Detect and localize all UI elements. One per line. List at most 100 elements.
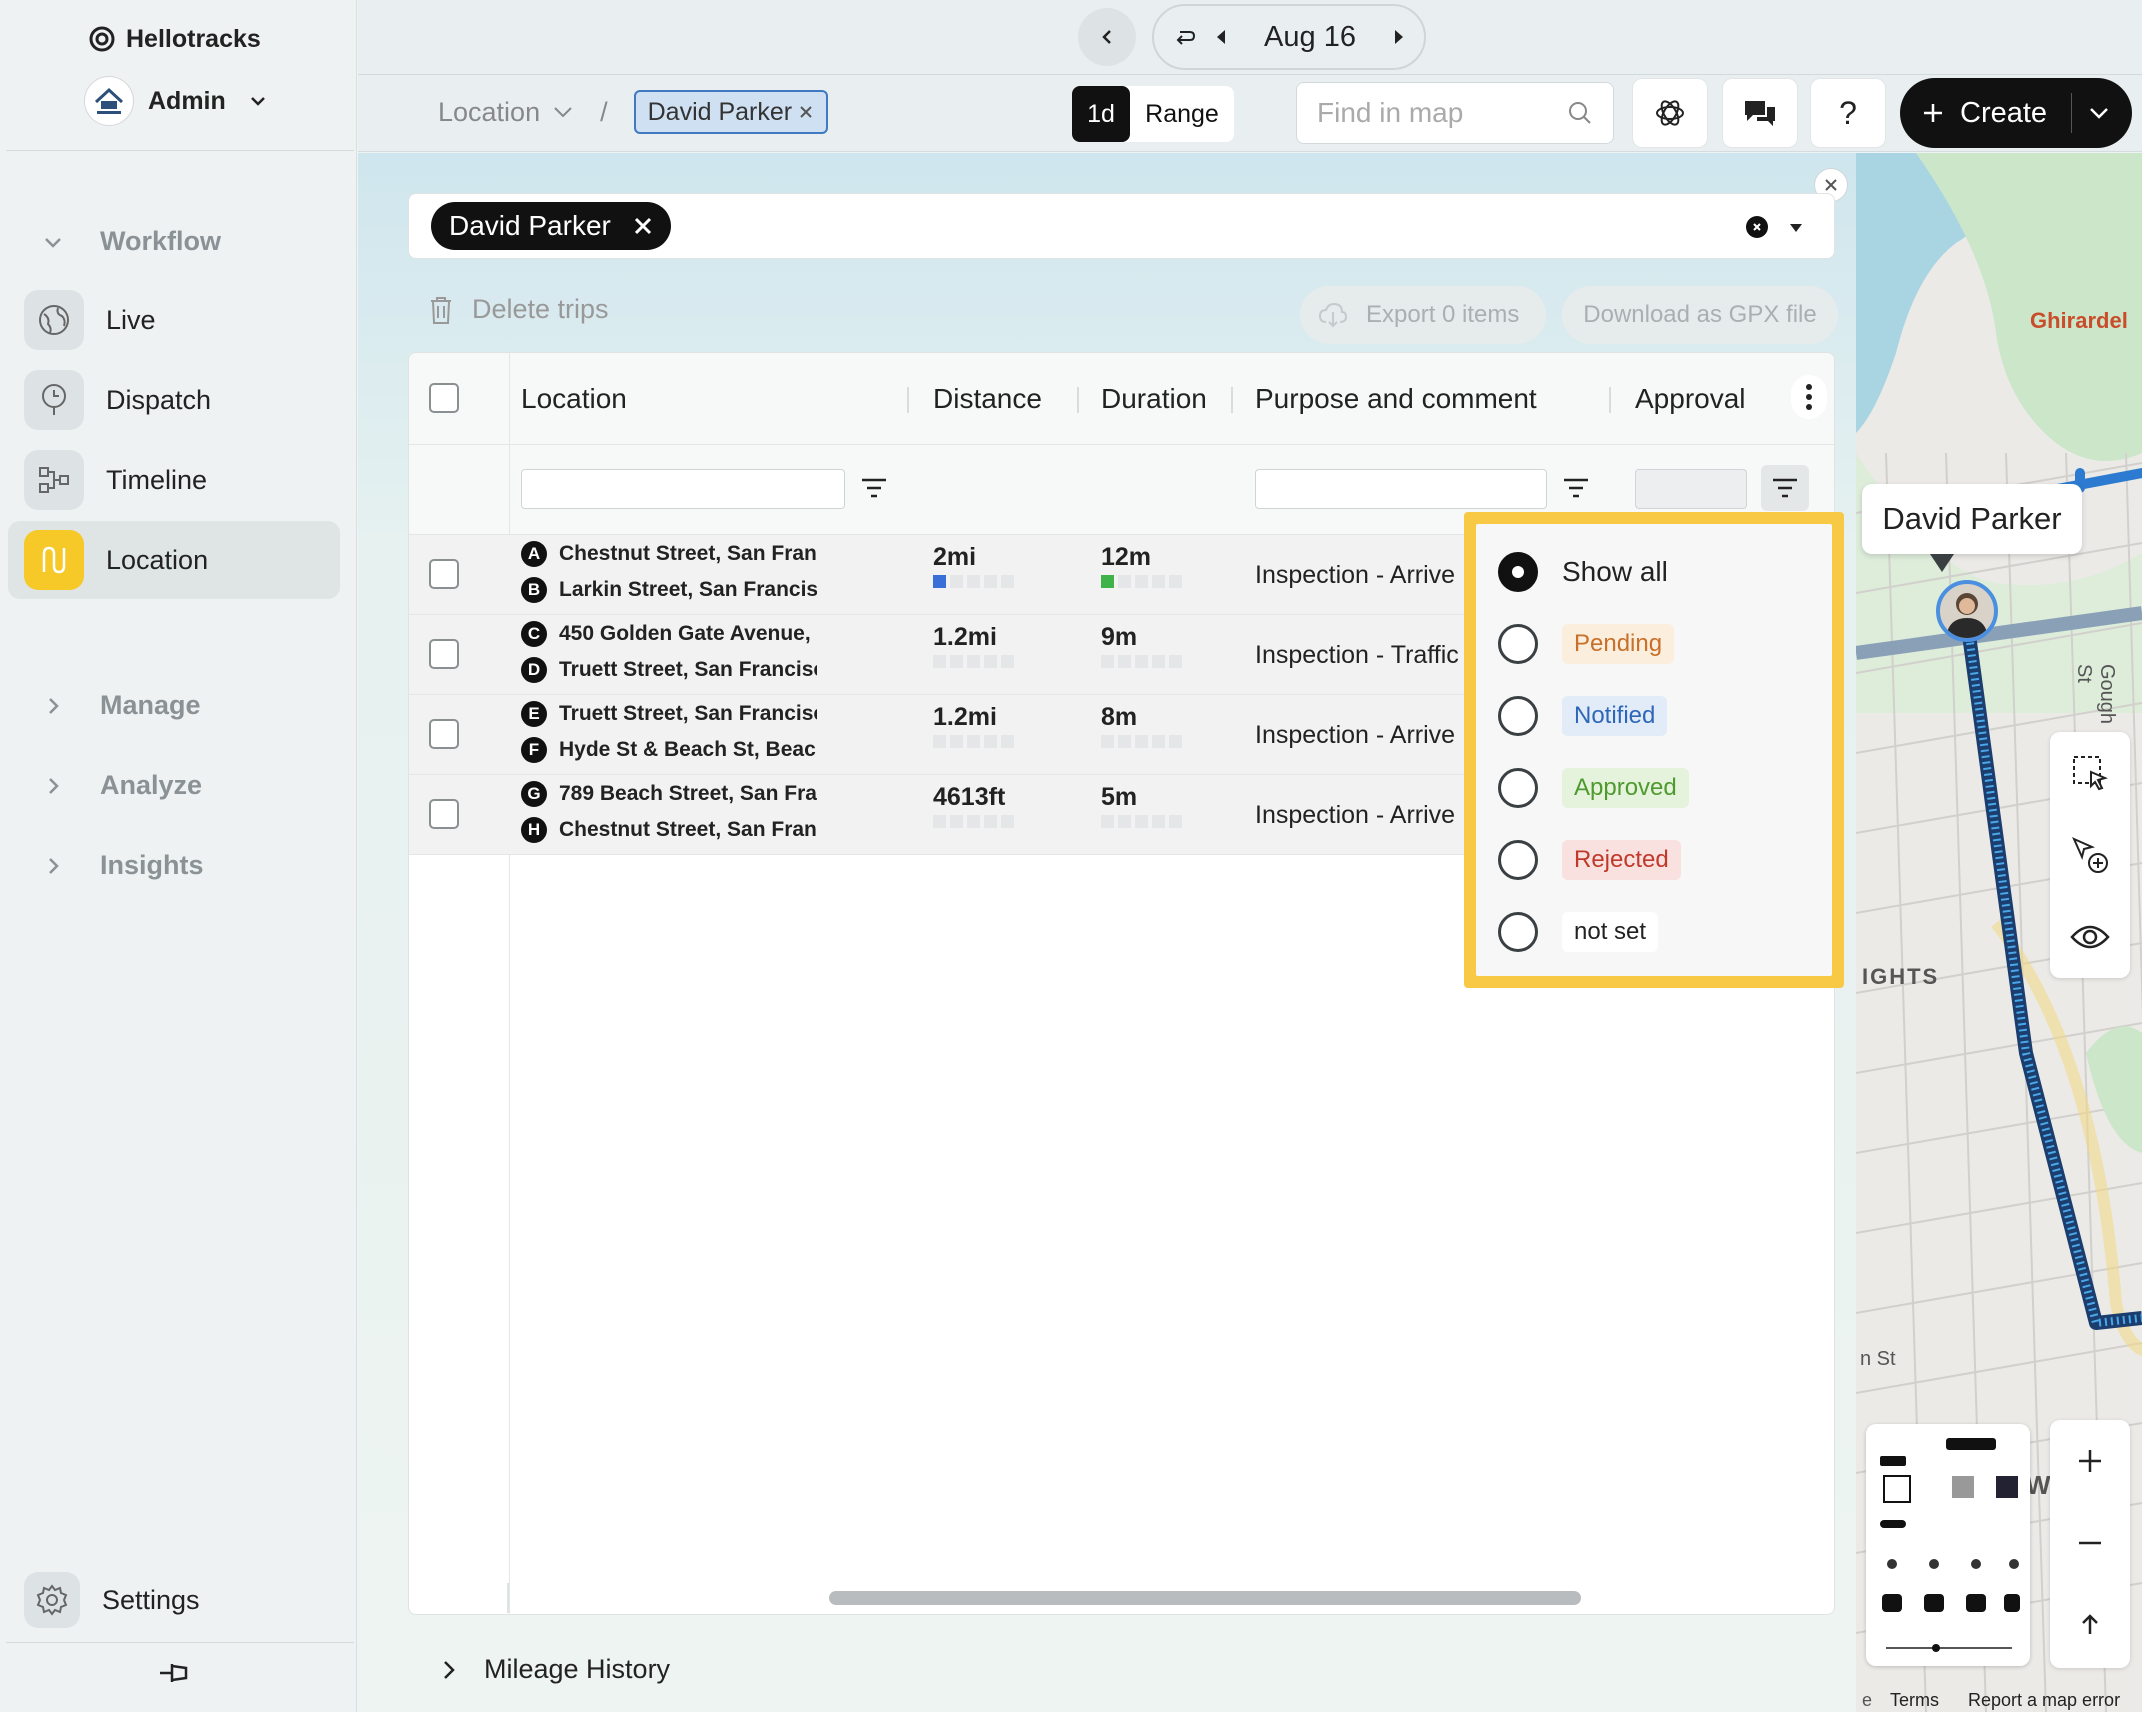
caret-left-icon[interactable] xyxy=(1214,28,1228,46)
approval-option-approved[interactable]: Approved xyxy=(1498,768,1689,808)
approval-filter-button[interactable] xyxy=(1761,465,1809,511)
delete-trips-button[interactable]: Delete trips xyxy=(428,294,609,325)
chevron-down-icon[interactable] xyxy=(2088,105,2110,121)
approval-option-show-all[interactable]: Show all xyxy=(1498,552,1668,592)
more-vertical-icon[interactable] xyxy=(1791,375,1827,419)
column-resizer[interactable] xyxy=(907,387,909,413)
radio-button[interactable] xyxy=(1498,696,1538,736)
visibility-button[interactable] xyxy=(2050,896,2130,978)
stop-badge: D xyxy=(521,657,547,683)
user-filter-bar[interactable]: David Parker xyxy=(408,193,1835,259)
row-checkbox[interactable] xyxy=(429,639,459,669)
radio-button[interactable] xyxy=(1498,912,1538,952)
caret-right-icon[interactable] xyxy=(1392,28,1406,46)
mileage-history-toggle[interactable]: Mileage History xyxy=(440,1654,670,1685)
stop-badge: E xyxy=(521,701,547,727)
row-checkbox[interactable] xyxy=(429,799,459,829)
column-resizer[interactable] xyxy=(1231,387,1233,413)
map-label: Gough St xyxy=(2073,664,2118,725)
breadcrumb-tag[interactable]: David Parker xyxy=(633,90,829,134)
column-resizer[interactable] xyxy=(1077,387,1079,413)
find-in-map-input[interactable]: Find in map xyxy=(1296,82,1614,144)
add-point-button[interactable] xyxy=(2050,814,2130,896)
user-filter-chip[interactable]: David Parker xyxy=(431,202,671,250)
date-selector[interactable]: Aug 16 xyxy=(1152,4,1426,70)
chevron-down-icon[interactable] xyxy=(552,104,574,120)
section-workflow[interactable]: Workflow xyxy=(40,226,221,257)
column-location[interactable]: Location xyxy=(521,383,627,415)
filter-icon[interactable] xyxy=(859,475,889,501)
radio-button[interactable] xyxy=(1498,624,1538,664)
sidebar-item-live[interactable]: Live xyxy=(8,281,340,359)
help-button[interactable]: ? xyxy=(1810,78,1886,148)
row-checkbox[interactable] xyxy=(429,559,459,589)
duration-bar xyxy=(1101,575,1182,588)
reset-north-button[interactable] xyxy=(2050,1584,2130,1666)
ai-assistant-button[interactable] xyxy=(1632,78,1708,148)
column-purpose[interactable]: Purpose and comment xyxy=(1255,383,1537,415)
location-filter-input[interactable] xyxy=(521,469,845,509)
divider xyxy=(358,74,2142,75)
radio-button[interactable] xyxy=(1498,840,1538,880)
breadcrumb-root[interactable]: Location xyxy=(438,97,540,128)
column-resizer[interactable] xyxy=(1609,387,1611,413)
approval-option-rejected[interactable]: Rejected xyxy=(1498,840,1681,880)
range-toggle: 1d Range xyxy=(1072,86,1234,142)
sidebar-item-timeline[interactable]: Timeline xyxy=(8,441,340,519)
column-distance[interactable]: Distance xyxy=(933,383,1042,415)
zoom-out-button[interactable] xyxy=(2050,1502,2130,1584)
horizontal-scrollbar[interactable] xyxy=(829,1591,1581,1605)
map-user-tooltip[interactable]: David Parker xyxy=(1862,484,2082,554)
purpose-filter-input[interactable] xyxy=(1255,469,1547,509)
sidebar-item-location[interactable]: Location xyxy=(8,521,340,599)
close-icon[interactable] xyxy=(798,104,814,120)
filter-icon[interactable] xyxy=(1561,475,1591,501)
zoom-in-button[interactable] xyxy=(2050,1420,2130,1502)
toggle-1d[interactable]: 1d xyxy=(1072,86,1130,142)
ai-knot-icon xyxy=(1656,100,1684,126)
column-duration[interactable]: Duration xyxy=(1101,383,1207,415)
prev-day-button[interactable] xyxy=(1078,8,1136,66)
column-approval[interactable]: Approval xyxy=(1635,383,1746,415)
download-gpx-button[interactable]: Download as GPX file xyxy=(1562,286,1838,344)
select-area-button[interactable] xyxy=(2050,732,2130,814)
breadcrumb-separator: / xyxy=(600,96,608,127)
org-avatar xyxy=(84,76,134,126)
user-avatar-marker[interactable] xyxy=(1936,580,1998,642)
return-icon[interactable] xyxy=(1172,24,1198,50)
approval-filter-input[interactable] xyxy=(1635,469,1747,509)
pin-clock-icon xyxy=(24,370,84,430)
distance-bar xyxy=(933,735,1014,748)
chat-button[interactable] xyxy=(1722,78,1798,148)
brand[interactable]: Hellotracks xyxy=(88,22,261,56)
account-switcher[interactable]: Admin xyxy=(84,76,268,126)
approval-option-not-set[interactable]: not set xyxy=(1498,912,1659,952)
duration-bar xyxy=(1101,815,1182,828)
sidebar-item-settings[interactable]: Settings xyxy=(24,1572,200,1628)
select-all-checkbox[interactable] xyxy=(429,383,459,413)
caret-down-icon[interactable] xyxy=(1788,222,1804,234)
clear-filter-button[interactable] xyxy=(1746,216,1768,238)
approval-option-pending[interactable]: Pending xyxy=(1498,624,1675,664)
report-map-error-link[interactable]: Report a map error xyxy=(1968,1690,2120,1711)
create-button[interactable]: Create xyxy=(1900,78,2132,148)
hellotracks-logo-icon xyxy=(89,26,115,52)
pin-sidebar-icon[interactable] xyxy=(156,1656,196,1690)
toggle-range[interactable]: Range xyxy=(1130,86,1234,142)
section-insights[interactable]: Insights xyxy=(40,850,204,881)
map-layers-panel[interactable] xyxy=(1866,1424,2030,1666)
close-icon[interactable] xyxy=(633,216,653,236)
zoom-controls xyxy=(2050,1420,2130,1668)
terms-link[interactable]: Terms xyxy=(1890,1690,1939,1711)
sidebar-item-dispatch[interactable]: Dispatch xyxy=(8,361,340,439)
section-manage[interactable]: Manage xyxy=(40,690,201,721)
export-button[interactable]: Export 0 items xyxy=(1300,286,1546,344)
section-analyze[interactable]: Analyze xyxy=(40,770,202,801)
account-name: Admin xyxy=(148,86,226,115)
row-checkbox[interactable] xyxy=(429,719,459,749)
stop-badge: F xyxy=(521,737,547,763)
radio-button[interactable] xyxy=(1498,552,1538,592)
approval-option-notified[interactable]: Notified xyxy=(1498,696,1668,736)
radio-button[interactable] xyxy=(1498,768,1538,808)
mileage-history-label: Mileage History xyxy=(484,1654,671,1684)
